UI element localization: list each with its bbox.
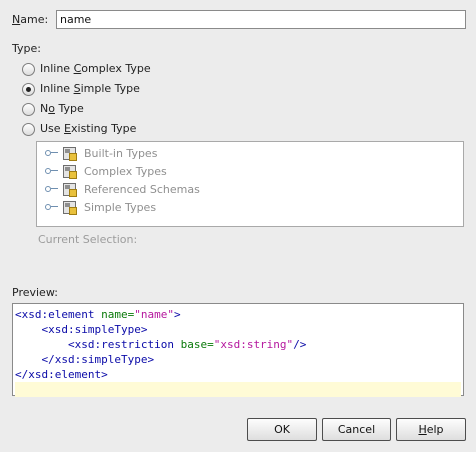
radio-button-selected-icon[interactable]	[22, 82, 35, 96]
name-label: Name:	[12, 13, 49, 26]
tree-item-label: Built-in Types	[84, 146, 158, 160]
existing-types-tree[interactable]: Built-in Types Complex Types Referenced …	[36, 141, 464, 227]
preview-label: Preview:	[12, 286, 58, 299]
radio-label: No Type	[40, 102, 84, 115]
schema-folder-icon	[63, 164, 77, 179]
schema-folder-icon	[63, 182, 77, 197]
tree-item-referenced-schemas[interactable]: Referenced Schemas	[45, 181, 200, 197]
tree-item-label: Referenced Schemas	[84, 182, 200, 196]
expand-handle-icon[interactable]	[45, 202, 59, 212]
tree-item-simple-types[interactable]: Simple Types	[45, 199, 156, 215]
code-line: <xsd:restriction base="xsd:string"/>	[67, 338, 307, 351]
radio-inline-complex-type[interactable]: Inline Complex Type	[22, 61, 151, 77]
tree-item-complex-types[interactable]: Complex Types	[45, 163, 167, 179]
radio-no-type[interactable]: No Type	[22, 101, 84, 117]
schema-folder-icon	[63, 146, 77, 161]
help-button[interactable]: Help	[396, 418, 466, 441]
ok-button[interactable]: OK	[247, 418, 317, 441]
radio-inline-simple-type[interactable]: Inline Simple Type	[22, 81, 140, 97]
expand-handle-icon[interactable]	[45, 148, 59, 158]
code-line: <xsd:simpleType>	[41, 323, 148, 336]
name-field[interactable]	[56, 10, 466, 29]
code-line: </xsd:element>	[15, 368, 108, 381]
tree-item-label: Complex Types	[84, 164, 167, 178]
preview-code-area[interactable]: <xsd:element name="name"> <xsd:simpleTyp…	[12, 303, 464, 397]
radio-button-icon[interactable]	[22, 62, 35, 76]
tree-item-built-in-types[interactable]: Built-in Types	[45, 145, 157, 161]
radio-label: Inline Complex Type	[40, 62, 151, 75]
radio-label: Inline Simple Type	[40, 82, 140, 95]
radio-button-icon[interactable]	[22, 122, 35, 136]
schema-folder-icon	[63, 200, 77, 215]
radio-label: Use Existing Type	[40, 122, 137, 135]
current-selection-label: Current Selection:	[38, 233, 138, 246]
expand-handle-icon[interactable]	[45, 166, 59, 176]
radio-button-icon[interactable]	[22, 102, 35, 116]
code-line: </xsd:simpleType>	[41, 353, 155, 366]
code-line-current	[15, 382, 461, 397]
cancel-button[interactable]: Cancel	[322, 418, 391, 441]
type-label: Type:	[12, 42, 41, 55]
code-line: <xsd:element name="name">	[15, 308, 181, 321]
radio-use-existing-type[interactable]: Use Existing Type	[22, 121, 136, 137]
expand-handle-icon[interactable]	[45, 184, 59, 194]
tree-item-label: Simple Types	[84, 200, 157, 214]
